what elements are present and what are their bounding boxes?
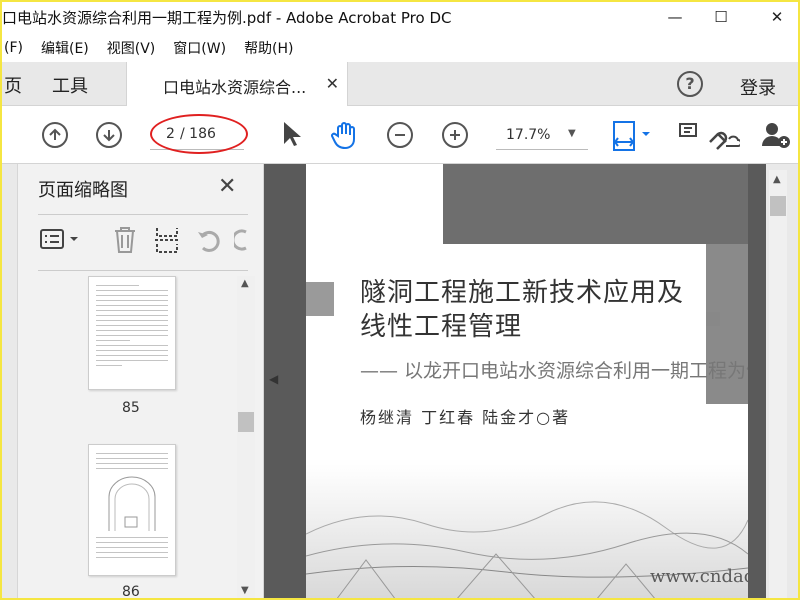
cover-decoration [306,282,334,316]
page-thumbnail-85[interactable] [88,276,176,390]
scroll-up-icon[interactable]: ▲ [773,174,781,185]
options-icon[interactable] [40,228,80,254]
redo-icon[interactable] [234,228,248,256]
book-title: 隧洞工程施工新技术应用及 线性工程管理 [360,276,720,344]
page-thumbnail-86[interactable] [88,444,176,576]
divider [38,270,248,271]
help-icon[interactable]: ? [677,71,703,97]
page-number-label: 86 [122,584,140,600]
zoom-in-icon[interactable] [442,122,468,148]
page-number-label: 85 [122,400,140,416]
divider [38,214,248,215]
tab-document[interactable]: 口电站水资源综合... ✕ [126,62,348,106]
menu-help[interactable]: 帮助(H) [244,38,293,58]
scroll-thumb[interactable] [238,412,254,432]
thumbnail-scrollbar[interactable]: ▲ ▼ [237,276,255,600]
comment-icon[interactable] [678,120,700,152]
sign-icon[interactable] [706,120,742,154]
tunnel-diagram [108,476,156,531]
book-title-line-2: 线性工程管理 [360,312,523,342]
arrow-up-circle-icon[interactable] [42,122,68,148]
add-user-icon[interactable] [760,120,792,154]
book-authors: 杨继清 丁红春 陆金才○著 [360,408,571,427]
document-scrollbar[interactable]: ▲ [769,170,787,600]
extract-icon[interactable] [154,226,180,258]
tab-tools[interactable]: 工具 [52,72,88,98]
cover-decoration [443,164,748,244]
watermark-text: www.cndao.com [650,566,748,587]
zoom-select[interactable]: 17.7% ▼ [496,124,588,150]
zoom-value: 17.7% [506,127,551,143]
select-arrow-icon[interactable] [280,120,302,152]
toolbar: 2 / 186 17.7% ▼ [0,106,800,164]
panel-title: 页面缩略图 [38,180,128,201]
highlight-oval [150,114,248,154]
fit-page-icon[interactable] [612,120,654,156]
zoom-out-icon[interactable] [387,122,413,148]
menu-window[interactable]: 窗口(W) [173,38,226,58]
chevron-down-icon: ▼ [568,128,576,139]
panel-close-icon[interactable]: ✕ [218,174,236,199]
menu-view[interactable]: 视图(V) [107,38,156,58]
login-button[interactable]: 登录 [740,74,776,100]
undo-icon[interactable] [196,228,222,256]
scroll-up-icon[interactable]: ▲ [241,278,249,289]
menu-file[interactable]: (F) [4,40,23,56]
menu-bar: (F) 编辑(E) 视图(V) 窗口(W) 帮助(H) [0,34,800,62]
scroll-thumb[interactable] [770,196,786,216]
scroll-down-icon[interactable]: ▼ [241,585,249,596]
arrow-down-circle-icon[interactable] [96,122,122,148]
tab-document-label: 口电站水资源综合... [163,78,307,97]
close-window-button[interactable]: ✕ [754,0,800,34]
tab-home[interactable]: 页 [4,72,22,98]
book-subtitle: —— 以龙开口电站水资源综合利用一期工程为例 [360,360,748,382]
window-title: 口电站水资源综合利用一期工程为例.pdf - Adobe Acrobat Pro… [2,8,452,27]
minimize-button[interactable]: — [652,0,698,34]
book-title-line-1: 隧洞工程施工新技术应用及 [360,278,685,308]
menu-edit[interactable]: 编辑(E) [41,38,89,58]
hand-icon[interactable] [330,120,360,154]
tab-bar: 页 工具 口电站水资源综合... ✕ ? 登录 [0,62,800,106]
left-nav-strip [0,164,18,600]
tab-close-icon[interactable]: ✕ [326,74,339,93]
thumbnails-panel: 页面缩略图 ✕ 85 86 ▲ ▼ [18,164,264,600]
delete-icon[interactable] [112,226,138,258]
collapse-panel-icon[interactable]: ◀ [269,372,278,386]
document-page: 隧洞工程施工新技术应用及 线性工程管理 —— 以龙开口电站水资源综合利用一期工程… [306,164,748,600]
maximize-button[interactable]: ☐ [698,0,744,34]
